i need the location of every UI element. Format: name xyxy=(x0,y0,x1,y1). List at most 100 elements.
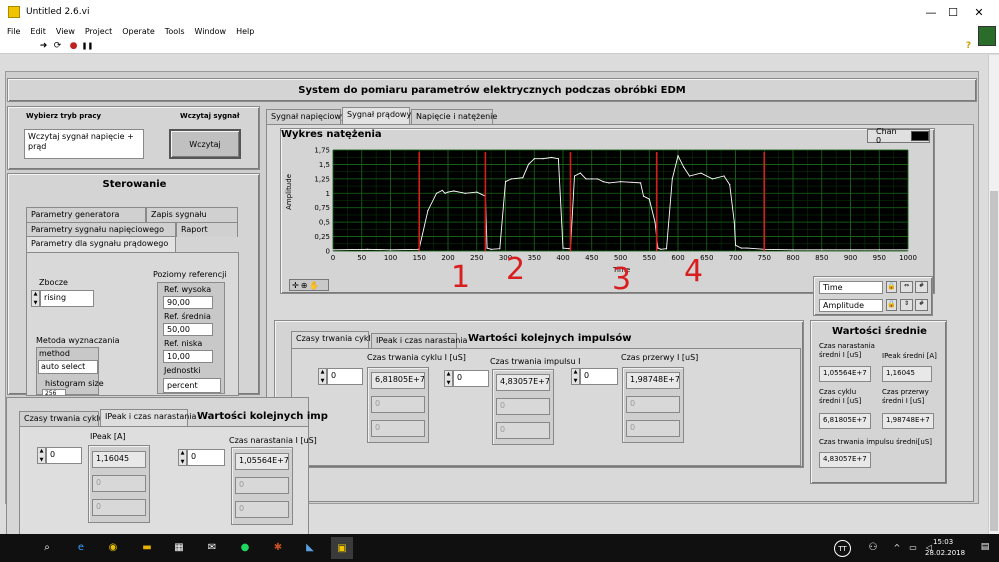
cycle-index-input[interactable]: 0 xyxy=(327,368,363,385)
y-tick-label: 0,5 xyxy=(319,219,330,227)
menu-help[interactable]: Help xyxy=(236,27,254,36)
impulse-index-stepper[interactable]: ▲ ▼ xyxy=(444,370,453,387)
menu-file[interactable]: File xyxy=(7,27,20,36)
menu-operate[interactable]: Operate xyxy=(122,27,155,36)
labview-taskbar-icon[interactable]: ◣ xyxy=(303,540,317,554)
x-tick-label: 450 xyxy=(585,254,598,262)
method-ring[interactable]: auto select xyxy=(38,360,98,374)
run-icon[interactable]: ➜ xyxy=(38,40,49,51)
overlay-ipeak-element-0: 1,16045 xyxy=(92,451,146,468)
data-point xyxy=(510,178,512,180)
chrome-icon[interactable]: ◉ xyxy=(106,540,120,554)
mode-select[interactable]: Wczytaj sygnał napięcie + prąd xyxy=(24,129,144,159)
search-icon[interactable]: ⌕ xyxy=(40,540,54,554)
histogram-input[interactable]: 256 xyxy=(42,389,66,396)
ref-mid-input[interactable]: 50,00 xyxy=(163,323,213,336)
overlay-rise-index[interactable]: 0 xyxy=(187,449,225,466)
cycle-index-stepper[interactable]: ▲ ▼ xyxy=(318,368,327,385)
data-point xyxy=(907,249,909,251)
menu-edit[interactable]: Edit xyxy=(30,27,46,36)
scrollbar-thumb[interactable] xyxy=(990,191,998,531)
x-tick-label: 100 xyxy=(384,254,397,262)
tray-chevron-icon[interactable]: ^ xyxy=(890,540,904,554)
crosshair-tool-icon[interactable]: ✛ xyxy=(292,281,299,290)
people-icon[interactable]: ⚇ xyxy=(866,540,880,554)
tab-raport[interactable]: Raport xyxy=(176,222,238,237)
tab-parametry-napieciowego[interactable]: Parametry sygnału napięciowego xyxy=(26,222,176,237)
pulses-tab-ipeak[interactable]: IPeak i czas narastania xyxy=(371,333,467,348)
jednostki-ring[interactable]: percent xyxy=(163,378,221,393)
data-point xyxy=(665,248,668,250)
x-tick-label: 800 xyxy=(786,254,799,262)
explorer-icon[interactable]: ▬ xyxy=(140,540,154,554)
ref-high-input[interactable]: 90,00 xyxy=(163,296,213,309)
amplitude-scale-label: Amplitude xyxy=(819,299,883,312)
pan-tool-icon[interactable]: ✋ xyxy=(309,281,319,290)
data-point xyxy=(568,248,570,250)
clock-date[interactable]: 28.02.2018 xyxy=(925,549,965,557)
clock-time[interactable]: 15:03 xyxy=(933,538,953,546)
data-point xyxy=(453,190,455,192)
time-lock-icon[interactable]: 🔒 xyxy=(886,281,897,293)
mail-icon[interactable]: ✉ xyxy=(205,540,219,554)
pulses-tab-czasy-cyklu[interactable]: Czasy trwania cyklu xyxy=(291,331,376,348)
vertical-scrollbar[interactable] xyxy=(988,55,999,534)
tab-zapis-sygnalu[interactable]: Zapis sygnału xyxy=(146,207,238,222)
overlay-tab-ipeak[interactable]: IPeak i czas narastania xyxy=(100,409,196,426)
zbocze-ring-stepper[interactable]: ▲ ▼ xyxy=(31,290,40,307)
overlay-tab-czasy-cyklu[interactable]: Czasy trwania cyklu xyxy=(19,411,104,426)
pause-array: 1,98748E+7 0 0 xyxy=(622,367,684,443)
x-tick-label: 750 xyxy=(758,254,771,262)
pause-index-input[interactable]: 0 xyxy=(580,368,618,385)
data-point xyxy=(591,178,593,180)
close-button[interactable]: ✕ xyxy=(962,0,996,24)
vi-taskbar-icon[interactable]: ▣ xyxy=(331,537,353,559)
tab-sygnal-pradowy[interactable]: Sygnał prądowy xyxy=(342,107,411,124)
amplitude-lock-icon[interactable]: 🔒 xyxy=(886,299,897,311)
data-point xyxy=(729,184,731,186)
app-icon[interactable]: ✱ xyxy=(271,540,285,554)
menu-view[interactable]: View xyxy=(56,27,75,36)
ref-low-input[interactable]: 10,00 xyxy=(163,350,213,363)
menu-bar: File Edit View Project Operate Tools Win… xyxy=(0,24,999,38)
amplitude-autoscale-icon[interactable]: ⇕ xyxy=(900,299,913,311)
time-format-icon[interactable]: # xyxy=(915,281,928,293)
help-icon[interactable]: ? xyxy=(963,40,974,51)
tab-napiecie-i-natezenie[interactable]: Napięcie i natężenie xyxy=(411,109,497,124)
x-tick-label: 1000 xyxy=(899,254,917,262)
run-continuously-icon[interactable]: ⟳ xyxy=(52,40,63,51)
avg-rise-label: Czas narastania średni I [uS] xyxy=(819,342,875,359)
user-avatar[interactable]: TT xyxy=(834,540,851,557)
impulse-index-input[interactable]: 0 xyxy=(453,370,489,387)
store-icon[interactable]: ▦ xyxy=(172,540,186,554)
menu-tools[interactable]: Tools xyxy=(165,27,185,36)
tab-parametry-pradowego[interactable]: Parametry dla sygnału prądowego xyxy=(26,236,176,253)
averages-title: Wartości średnie xyxy=(832,326,927,337)
title-bar: Untitled 2.6.vi — ☐ ✕ xyxy=(0,0,999,24)
amplitude-format-icon[interactable]: # xyxy=(915,299,928,311)
current-chart[interactable]: 0 50 100 150 200 250 300 350 400 450 500 550 600 650 7… xyxy=(281,129,936,295)
pause-icon[interactable]: ❚❚ xyxy=(82,40,94,51)
abort-icon[interactable]: ● xyxy=(68,40,79,51)
data-point xyxy=(389,249,392,251)
x-tick-label: 250 xyxy=(470,254,483,262)
spotify-icon[interactable]: ● xyxy=(238,540,252,554)
overlay-ipeak-stepper[interactable]: ▲ ▼ xyxy=(37,447,46,464)
data-point xyxy=(542,158,544,160)
zoom-tool-icon[interactable]: ⊕ xyxy=(301,281,308,290)
tab-sygnal-napieciowy[interactable]: Sygnał napięciowy xyxy=(266,109,346,124)
notifications-icon[interactable]: ▤ xyxy=(978,540,992,554)
zbocze-ring[interactable]: rising xyxy=(40,290,94,307)
y-tick-label: 1,25 xyxy=(314,175,330,183)
time-autoscale-icon[interactable]: ⇔ xyxy=(900,281,913,293)
menu-project[interactable]: Project xyxy=(85,27,112,36)
overlay-ipeak-index[interactable]: 0 xyxy=(46,447,82,464)
mode-panel: Wybierz tryb pracy Wczytaj sygnał napięc… xyxy=(7,106,260,170)
load-button[interactable]: Wczytaj xyxy=(169,129,241,159)
menu-window[interactable]: Window xyxy=(195,27,227,36)
pause-index-stepper[interactable]: ▲ ▼ xyxy=(571,368,580,385)
network-icon[interactable]: ▭ xyxy=(906,540,920,554)
overlay-rise-stepper[interactable]: ▲ ▼ xyxy=(178,449,187,466)
edge-icon[interactable]: e xyxy=(74,540,88,554)
tab-parametry-generatora[interactable]: Parametry generatora xyxy=(26,207,146,222)
